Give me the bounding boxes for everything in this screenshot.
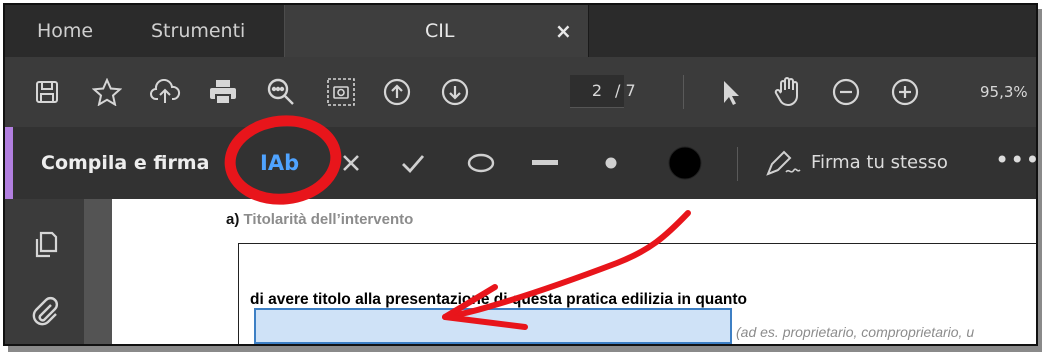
document-page: a) Titolarità dell’intervento di avere t… xyxy=(112,199,1036,344)
sign-yourself-button[interactable]: Firma tu stesso xyxy=(811,127,948,199)
declaration-text: di avere titolo alla presentazione di qu… xyxy=(250,291,747,308)
field-hint-text: (ad es. proprietario, comproprietario, u xyxy=(736,324,975,340)
signbar-divider xyxy=(737,147,738,181)
fill-sign-accent xyxy=(5,127,13,199)
prev-page-icon[interactable] xyxy=(377,72,417,112)
ellipse-icon[interactable] xyxy=(461,143,501,183)
hand-icon[interactable] xyxy=(768,72,808,112)
zoom-level[interactable]: 95,3% xyxy=(980,75,1028,109)
section-heading: a) Titolarità dell’intervento xyxy=(226,211,413,228)
check-mark-icon[interactable] xyxy=(393,143,433,183)
tab-home[interactable]: Home xyxy=(37,5,93,57)
toolbar-divider xyxy=(683,75,684,109)
paperclip-icon[interactable] xyxy=(25,291,65,331)
next-page-icon[interactable] xyxy=(435,72,475,112)
tab-document[interactable]: CIL × xyxy=(284,5,589,57)
close-tab-icon[interactable]: × xyxy=(555,5,572,57)
left-side-rail xyxy=(5,199,84,344)
select-arrow-icon[interactable] xyxy=(710,72,750,112)
section-title: Titolarità dell’intervento xyxy=(243,211,414,228)
main-toolbar: 2 / 7 95,3% xyxy=(5,57,1036,127)
signature-pen-icon[interactable] xyxy=(763,143,803,183)
tab-bar: Home Strumenti CIL × xyxy=(5,5,1036,57)
copy-pages-icon[interactable] xyxy=(25,225,65,265)
zoom-search-icon[interactable] xyxy=(261,72,301,112)
color-swatch-icon[interactable] xyxy=(665,143,705,183)
fill-sign-toolbar: Compila e firma IAb Firma tu stesso ••• xyxy=(5,127,1036,199)
zoom-out-icon[interactable] xyxy=(826,72,866,112)
more-options-icon[interactable]: ••• xyxy=(995,127,1036,193)
dot-icon[interactable] xyxy=(591,143,631,183)
app-window: Home Strumenti CIL × 2 / 7 95,3% Compila… xyxy=(3,3,1038,346)
star-icon[interactable] xyxy=(87,72,127,112)
document-gutter xyxy=(84,199,112,344)
line-icon[interactable] xyxy=(525,143,565,183)
cloud-upload-icon[interactable] xyxy=(145,72,185,112)
add-text-tool[interactable]: IAb xyxy=(260,145,299,181)
cross-mark-icon[interactable] xyxy=(331,143,371,183)
tab-tools[interactable]: Strumenti xyxy=(151,5,245,57)
fill-sign-title: Compila e firma xyxy=(41,152,210,174)
ownership-title-field[interactable] xyxy=(254,308,732,344)
snapshot-icon[interactable] xyxy=(321,72,361,112)
tab-document-label: CIL xyxy=(425,20,455,42)
print-icon[interactable] xyxy=(203,72,243,112)
zoom-in-icon[interactable] xyxy=(885,72,925,112)
save-icon[interactable] xyxy=(27,72,67,112)
page-total: / 7 xyxy=(615,81,636,100)
section-prefix: a) xyxy=(226,211,240,228)
